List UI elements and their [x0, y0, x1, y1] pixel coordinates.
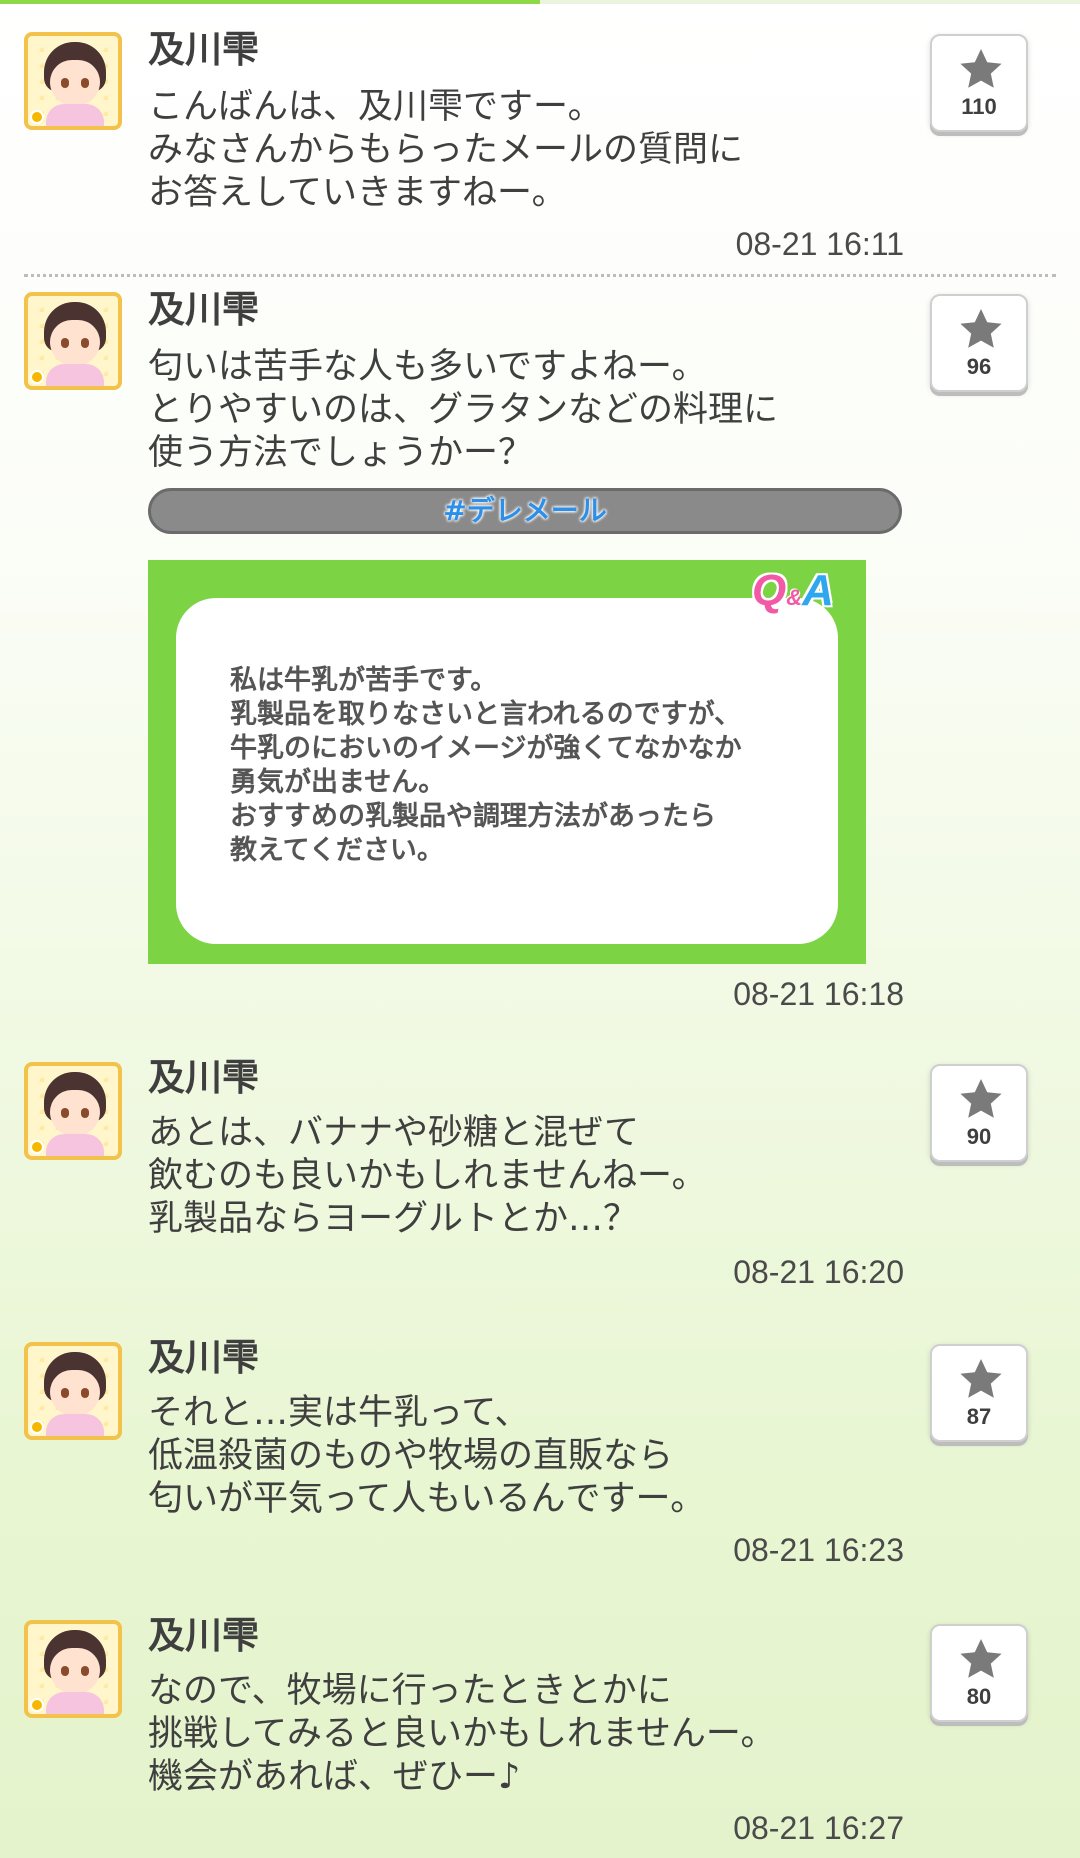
post-timestamp: 08-21 16:23 [733, 1532, 904, 1568]
qa-card-body: 私は牛乳が苦手です。 乳製品を取りなさいと言われるのですが、 牛乳のにおいのイメ… [176, 598, 838, 944]
post-divider [24, 274, 1056, 277]
star-icon [960, 309, 1002, 348]
avatar[interactable] [24, 1620, 122, 1718]
star-count: 87 [966, 1404, 992, 1429]
post-timestamp: 08-21 16:20 [733, 1254, 904, 1290]
avatar[interactable] [24, 1062, 122, 1160]
avatar[interactable] [24, 32, 122, 130]
qa-logo: Q&A [752, 566, 834, 615]
poster-name: 及川雫 [148, 1336, 259, 1379]
avatar[interactable] [24, 292, 122, 390]
post-message: 匂いは苦手な人も多いですよねー。 とりやすいのは、グラタンなどの料理に 使う方法… [148, 347, 779, 473]
poster-name: 及川雫 [148, 1056, 259, 1099]
star-icon [960, 1079, 1002, 1118]
post-timestamp: 08-21 16:27 [733, 1810, 904, 1846]
poster-name: 及川雫 [148, 288, 259, 331]
star-icon [960, 1359, 1002, 1398]
star-count: 110 [961, 94, 997, 119]
star-button[interactable]: 96 [930, 294, 1028, 392]
top-progress-fill [0, 0, 540, 4]
star-count: 80 [966, 1684, 992, 1709]
star-button[interactable]: 90 [930, 1064, 1028, 1162]
post-timestamp: 08-21 16:11 [735, 226, 904, 262]
star-count: 90 [966, 1124, 992, 1149]
star-button[interactable]: 110 [930, 34, 1028, 132]
poster-name: 及川雫 [148, 1614, 259, 1657]
post-message: こんばんは、及川雫ですー。 みなさんからもらったメールの質問に お答えしていきま… [148, 87, 744, 213]
post-message: それと…実は牛乳って、 低温殺菌のものや牧場の直販なら 匂いが平気って人もいるん… [148, 1393, 706, 1519]
poster-name: 及川雫 [148, 28, 259, 71]
post-timestamp: 08-21 16:18 [733, 976, 904, 1012]
post-message: あとは、バナナや砂糖と混ぜて 飲むのも良いかもしれませんねー。 乳製品ならヨーグ… [148, 1113, 707, 1239]
qa-card: 私は牛乳が苦手です。 乳製品を取りなさいと言われるのですが、 牛乳のにおいのイメ… [148, 560, 866, 964]
post-message: なので、牧場に行ったときとかに 挑戦してみると良いかもしれませんー。 機会があれ… [148, 1671, 776, 1797]
avatar[interactable] [24, 1342, 122, 1440]
star-button[interactable]: 80 [930, 1624, 1028, 1722]
star-count: 96 [966, 354, 992, 379]
star-icon [960, 49, 1002, 88]
hashtag-button[interactable]: #デレメール [148, 488, 902, 534]
star-button[interactable]: 87 [930, 1344, 1028, 1442]
star-icon [960, 1639, 1002, 1678]
qa-question-text: 私は牛乳が苦手です。 乳製品を取りなさいと言われるのですが、 牛乳のにおいのイメ… [230, 665, 742, 866]
top-progress-bar [0, 0, 1080, 4]
